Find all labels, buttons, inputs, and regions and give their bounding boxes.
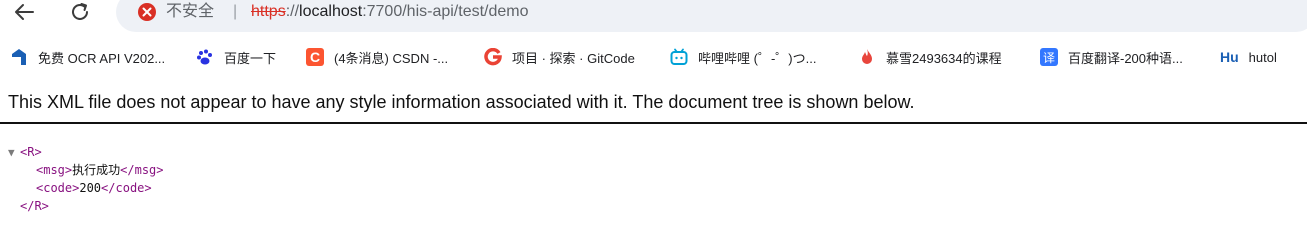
xml-style-notice: This XML file does not appear to have an…	[8, 92, 915, 112]
xml-code-line: <code>200</code>	[8, 179, 164, 197]
bookmark-label: 百度翻译-200种语...	[1068, 50, 1183, 66]
collapse-triangle-icon[interactable]: ▼	[8, 144, 20, 162]
xml-root-open-line: ▼ <R>	[8, 143, 164, 161]
back-arrow-icon	[15, 4, 34, 20]
bookmark-baidu-translate[interactable]: 译 百度翻译-200种语...	[1040, 47, 1183, 67]
xml-document-tree: ▼ <R> <msg>执行成功</msg> <code>200</code> </…	[8, 143, 164, 215]
baidu-translate-icon: 译	[1040, 48, 1058, 66]
xml-root-close-tag: </R>	[20, 199, 49, 213]
url-host: localhost	[299, 3, 363, 20]
bookmark-label: 慕雪2493634的课程	[886, 50, 1002, 66]
url-path: :7700/his-api/test/demo	[362, 3, 529, 20]
ocr-logo-icon	[10, 48, 28, 66]
flame-icon	[858, 48, 876, 66]
csdn-logo-icon: C	[306, 48, 324, 66]
baidu-paw-icon	[196, 48, 214, 66]
browser-toolbar: 不安全 | https://localhost:7700/his-api/tes…	[0, 0, 1307, 36]
bilibili-logo-icon	[670, 48, 688, 66]
bookmark-label: 哔哩哔哩 (゜-゜)つ...	[698, 50, 817, 66]
bookmark-gitcode[interactable]: 项目 · 探索 · GitCode	[484, 47, 635, 67]
bookmarks-bar: 免费 OCR API V202... 百度一下 C (4条消息) CSDN -.…	[0, 36, 1307, 76]
bookmark-label: 项目 · 探索 · GitCode	[512, 50, 635, 66]
reload-button[interactable]	[62, 0, 98, 24]
xml-msg-close-tag: </msg>	[120, 163, 164, 177]
bookmark-csdn[interactable]: C (4条消息) CSDN -...	[306, 47, 448, 67]
bookmark-label: (4条消息) CSDN -...	[334, 50, 449, 66]
url-scheme: https	[251, 3, 286, 20]
xml-msg-value: 执行成功	[72, 163, 121, 177]
back-button[interactable]	[6, 0, 42, 24]
bookmark-label: hutol	[1248, 49, 1277, 65]
gitcode-logo-icon	[484, 48, 502, 66]
bookmark-label: 百度一下	[224, 50, 277, 66]
notice-divider	[0, 122, 1307, 124]
reload-icon	[72, 3, 88, 20]
xml-root-close-line: </R>	[8, 197, 164, 215]
bookmark-bilibili[interactable]: 哔哩哔哩 (゜-゜)つ...	[670, 47, 816, 67]
security-label[interactable]: 不安全	[166, 2, 214, 22]
security-separator: |	[233, 3, 238, 20]
xml-code-close-tag: </code>	[101, 181, 152, 195]
xml-code-open-tag: <code>	[36, 181, 80, 195]
xml-root-open-tag: <R>	[20, 145, 42, 159]
xml-msg-open-tag: <msg>	[36, 163, 73, 177]
bookmark-ocr-api[interactable]: 免费 OCR API V202...	[10, 47, 165, 67]
hutool-logo-icon: Hu	[1220, 49, 1239, 65]
bookmark-hutool[interactable]: Hu hutol	[1220, 47, 1277, 67]
not-secure-icon[interactable]	[137, 2, 157, 22]
url-scheme-separator: ://	[285, 3, 300, 20]
xml-msg-line: <msg>执行成功</msg>	[8, 161, 164, 179]
bookmark-label: 免费 OCR API V202...	[38, 50, 166, 66]
xml-code-value: 200	[79, 181, 102, 195]
bookmark-baidu[interactable]: 百度一下	[196, 47, 276, 67]
url-text[interactable]: https://localhost:7700/his-api/test/demo	[251, 2, 529, 22]
bookmark-muxue-course[interactable]: 慕雪2493634的课程	[858, 47, 1002, 67]
